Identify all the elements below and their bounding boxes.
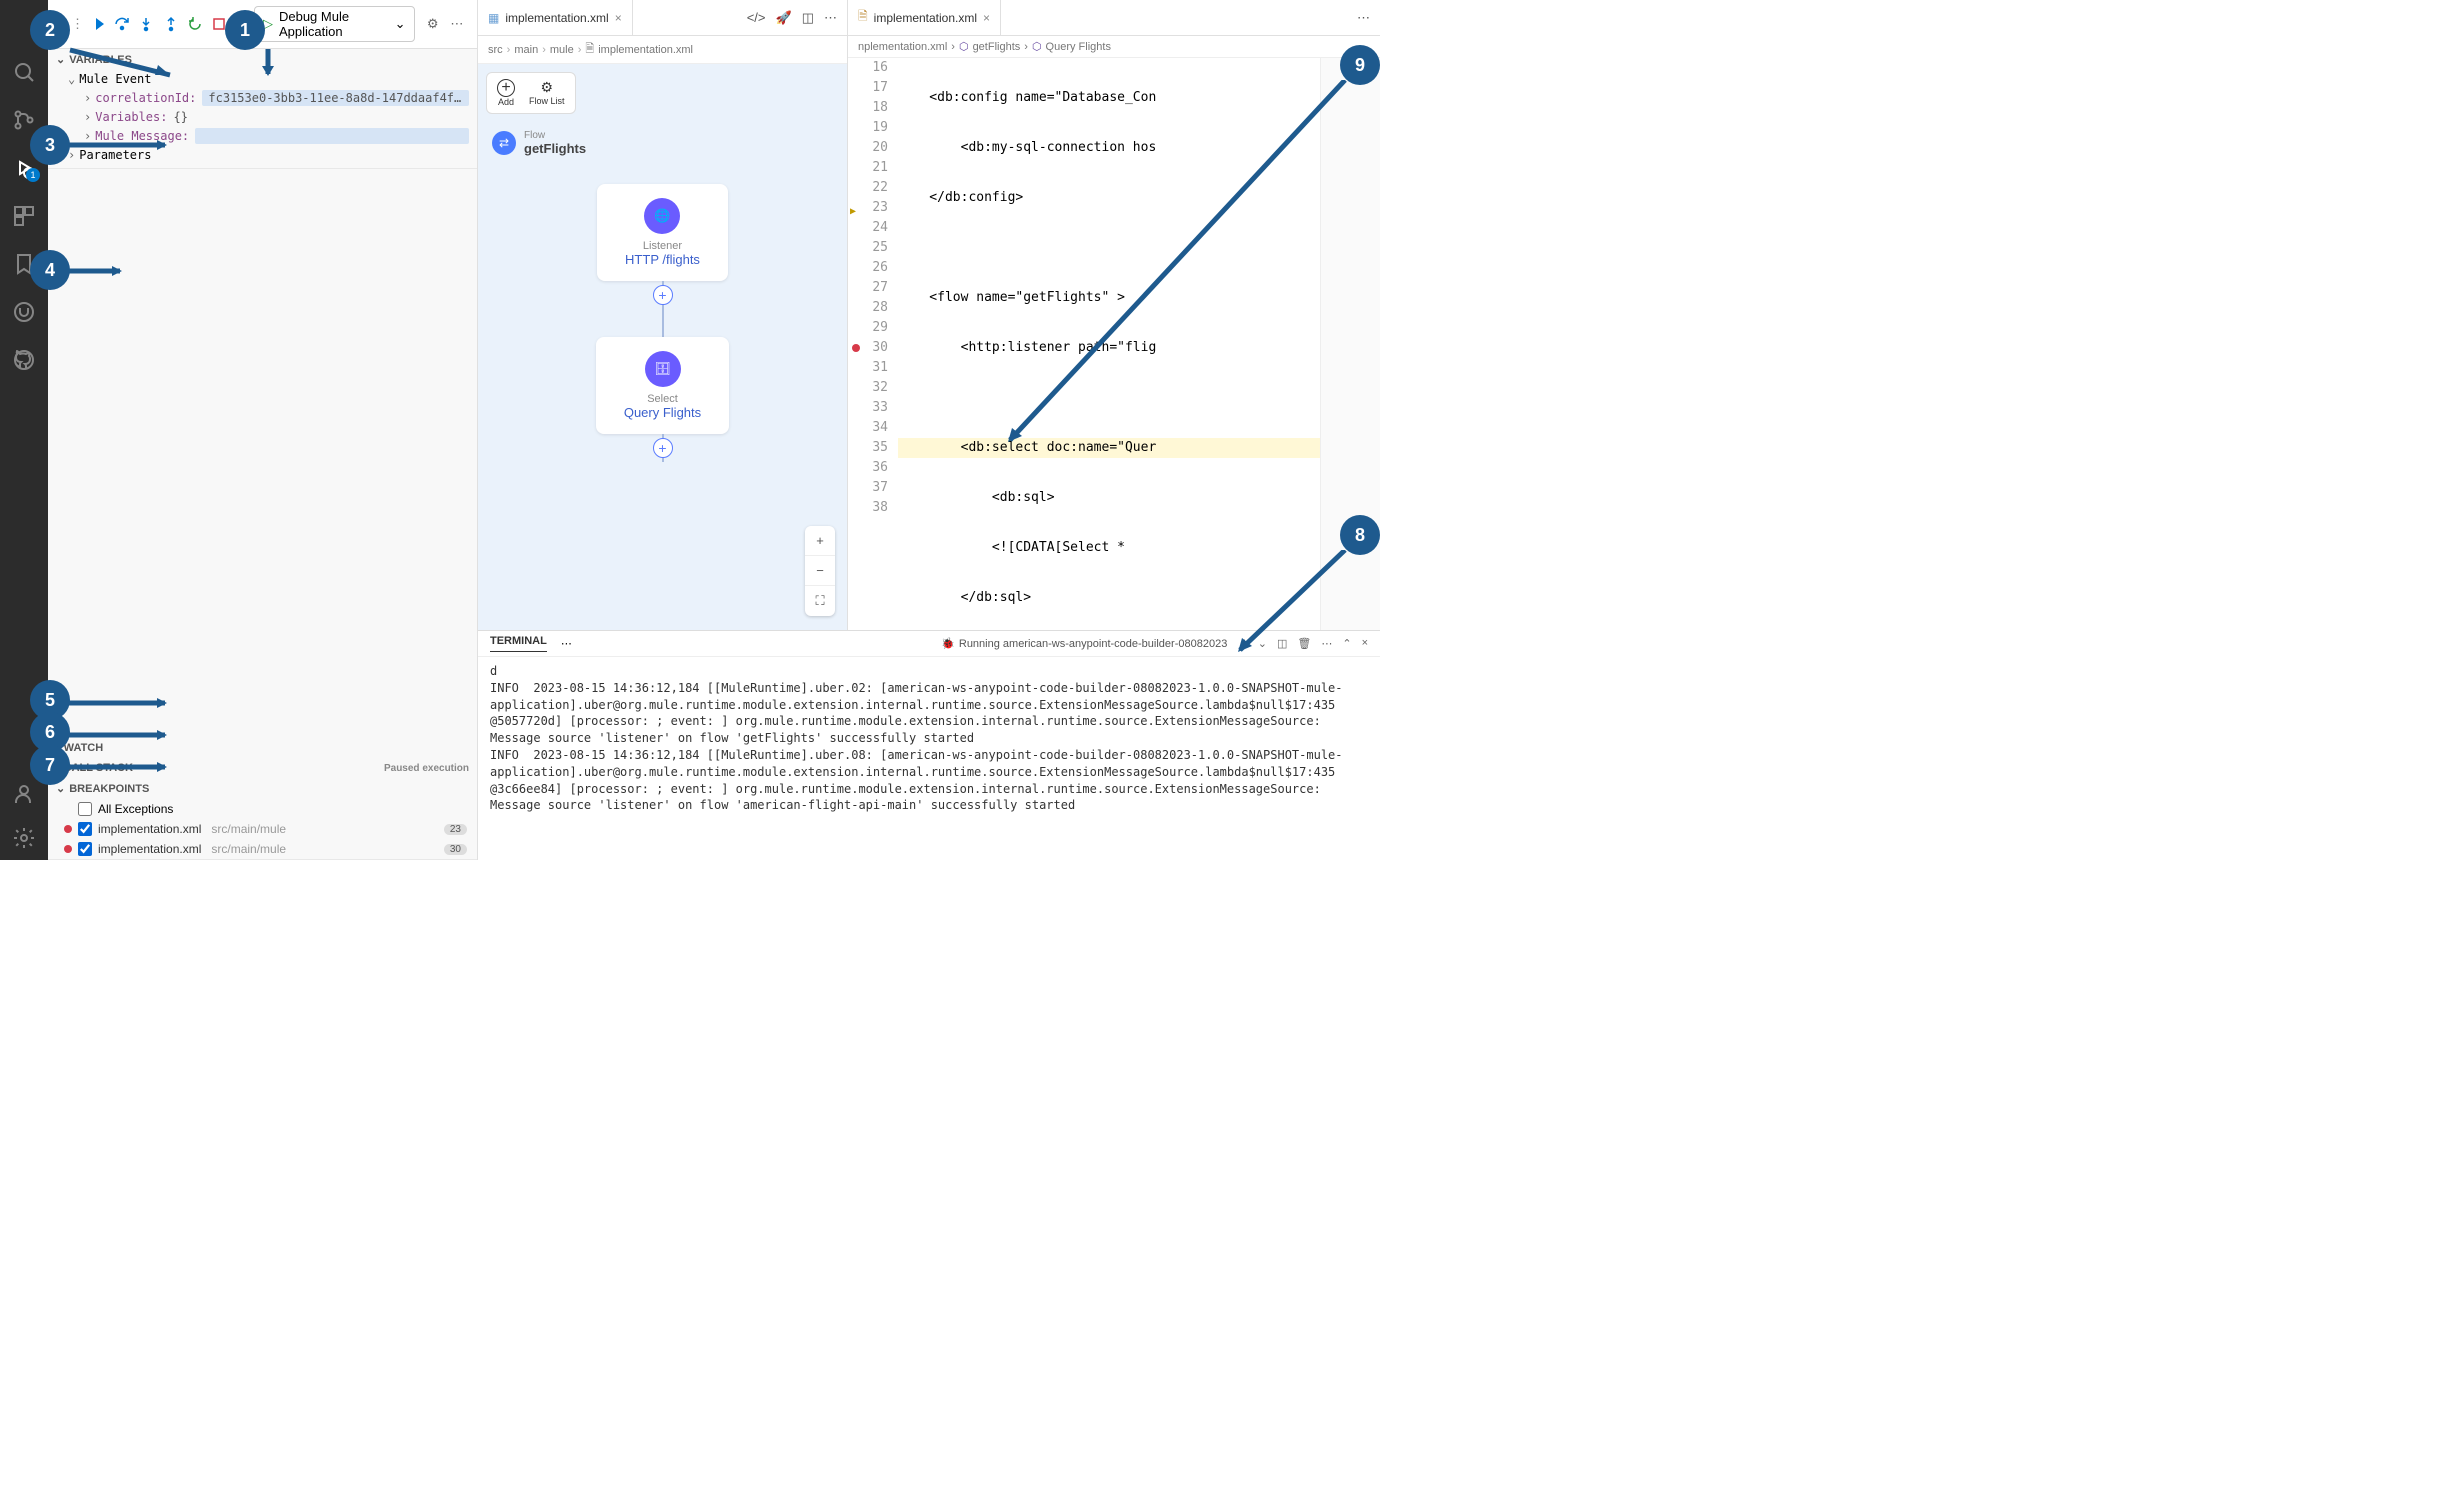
step-out-button[interactable]: [161, 12, 181, 36]
breakpoint-dot-icon: [64, 825, 72, 833]
globe-icon: 🌐: [644, 198, 680, 234]
all-exceptions-checkbox[interactable]: [78, 802, 92, 816]
breakpoint-dot-icon[interactable]: [852, 344, 860, 352]
close-icon[interactable]: ×: [983, 11, 990, 25]
callout-8: 8: [1340, 515, 1380, 555]
canvas-tabs: ▦ implementation.xml × </> 🚀 ◫ ⋯: [478, 0, 847, 36]
add-connector-button[interactable]: +: [653, 438, 673, 458]
chevron-down-icon: ⌄: [395, 16, 406, 32]
canvas-pane: ▦ implementation.xml × </> 🚀 ◫ ⋯ src› ma…: [478, 0, 848, 630]
extensions-icon[interactable]: [12, 204, 36, 228]
callout-7: 7: [30, 745, 70, 785]
canvas-toolbar: +Add ⚙Flow List: [486, 72, 576, 114]
github-icon[interactable]: [12, 348, 36, 372]
flow-list-button[interactable]: ⚙Flow List: [529, 79, 565, 107]
watch-section-header[interactable]: ›WATCH: [48, 738, 477, 758]
rocket-icon[interactable]: 🚀: [776, 10, 792, 26]
flow-icon: ⇄: [492, 131, 516, 155]
breakpoint-line-badge: 30: [444, 844, 467, 855]
breakpoint-checkbox[interactable]: [78, 822, 92, 836]
callout-1: 1: [225, 10, 265, 50]
flow-canvas[interactable]: +Add ⚙Flow List ⇄ FlowgetFlights 🌐 Liste…: [478, 64, 847, 630]
debug-badge: 1: [26, 168, 40, 182]
source-control-icon[interactable]: [12, 108, 36, 132]
zoom-controls: + − ⛶: [805, 526, 835, 616]
terminal-panel: TERMINAL ⋯ 🐞Running american-ws-anypoint…: [478, 630, 1380, 860]
split-icon[interactable]: ◫: [802, 10, 814, 26]
breakpoint-row[interactable]: implementation.xml src/main/mule 30: [48, 839, 477, 859]
continue-button[interactable]: [88, 12, 108, 36]
correlation-id-row[interactable]: ›correlationId:fc3153e0-3bb3-11ee-8a8d-1…: [48, 88, 477, 108]
settings-icon[interactable]: [12, 826, 36, 850]
add-connector-button[interactable]: +: [653, 285, 673, 305]
listener-node[interactable]: 🌐 Listener HTTP /flights: [597, 184, 728, 281]
select-node[interactable]: 🗄 Select Query Flights: [596, 337, 729, 434]
zoom-out-button[interactable]: −: [805, 556, 835, 586]
mulesoft-icon[interactable]: [12, 300, 36, 324]
more-icon[interactable]: ⋯: [824, 10, 837, 26]
variables-row[interactable]: ›Variables:{}: [48, 108, 477, 126]
restart-button[interactable]: [185, 12, 205, 36]
file-icon: 🗎: [858, 7, 868, 28]
line-gutter[interactable]: 16171819 202122 ▶23 24252627 2829 30 313…: [848, 58, 898, 630]
breakpoint-checkbox[interactable]: [78, 842, 92, 856]
file-icon: ▦: [488, 11, 499, 25]
callout-2: 2: [30, 10, 70, 50]
account-icon[interactable]: [12, 782, 36, 806]
callout-9: 9: [1340, 45, 1380, 85]
database-icon: 🗄: [645, 351, 681, 387]
terminal-tab[interactable]: TERMINAL: [490, 635, 547, 652]
terminal-output[interactable]: d INFO 2023-08-15 14:36:12,184 [[MuleRun…: [478, 657, 1380, 860]
zoom-in-button[interactable]: +: [805, 526, 835, 556]
step-into-button[interactable]: [136, 12, 156, 36]
code-view-icon[interactable]: </>: [747, 10, 766, 26]
code-breadcrumb[interactable]: nplementation.xml› ⬡getFlights› ⬡Query F…: [848, 36, 1380, 58]
more-icon[interactable]: ⋯: [561, 637, 572, 650]
breakpoint-dot-icon: [64, 845, 72, 853]
terminal-status: 🐞Running american-ws-anypoint-code-build…: [941, 637, 1227, 650]
bug-icon: 🐞: [941, 637, 955, 650]
more-icon[interactable]: ⋯: [1357, 10, 1370, 26]
fit-screen-button[interactable]: ⛶: [805, 586, 835, 616]
close-icon[interactable]: ×: [615, 11, 622, 25]
tab-implementation-code[interactable]: 🗎 implementation.xml ×: [848, 0, 1001, 35]
search-icon[interactable]: [12, 60, 36, 84]
add-component-button[interactable]: +Add: [497, 79, 515, 107]
call-stack-status: Paused execution: [384, 763, 469, 774]
breakpoint-line-badge: 23: [444, 824, 467, 835]
file-icon: 🗎: [585, 40, 594, 59]
all-exceptions-row[interactable]: All Exceptions: [48, 799, 477, 819]
debug-config-dropdown[interactable]: ▷ Debug Mule Application ⌄: [254, 6, 415, 42]
debug-config-label: Debug Mule Application: [279, 9, 389, 39]
code-tabs: 🗎 implementation.xml × ⋯: [848, 0, 1380, 36]
canvas-breadcrumb[interactable]: src› main› mule› 🗎 implementation.xml: [478, 36, 847, 64]
breakpoint-row[interactable]: implementation.xml src/main/mule 23: [48, 819, 477, 839]
callout-3: 3: [30, 125, 70, 165]
more-icon[interactable]: ⋯: [447, 12, 467, 36]
close-panel-icon[interactable]: ×: [1362, 637, 1368, 650]
step-over-button[interactable]: [112, 12, 132, 36]
gear-icon[interactable]: ⚙: [423, 12, 443, 36]
debug-icon[interactable]: 1: [12, 156, 36, 180]
tab-implementation-canvas[interactable]: ▦ implementation.xml ×: [478, 0, 633, 35]
flow-header[interactable]: ⇄ FlowgetFlights: [478, 122, 847, 164]
callout-4: 4: [30, 250, 70, 290]
breakpoints-section-header[interactable]: ⌄BREAKPOINTS: [48, 778, 477, 799]
